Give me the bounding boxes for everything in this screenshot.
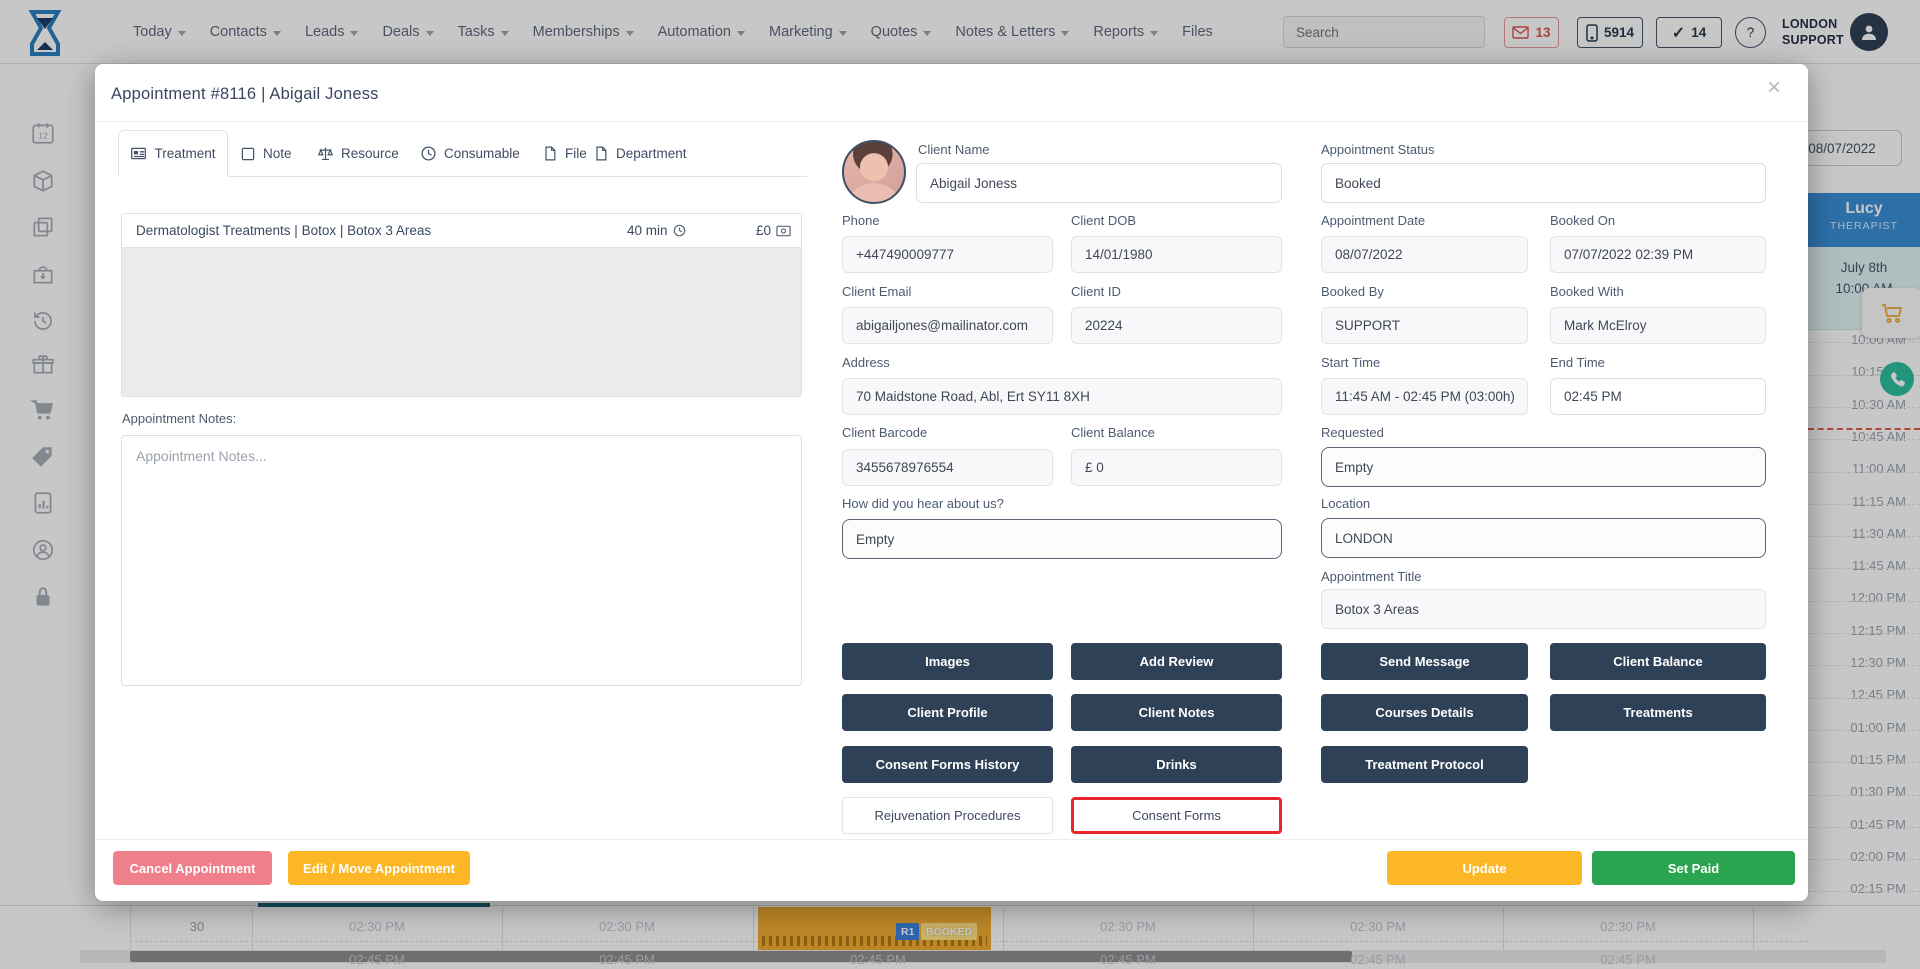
price-icon — [776, 225, 791, 237]
label-appointment-status: Appointment Status — [1321, 142, 1434, 157]
client-email-field[interactable]: abigailjones@mailinator.com — [842, 307, 1053, 344]
booked-on-field[interactable]: 07/07/2022 02:39 PM — [1550, 236, 1766, 273]
appointment-status-field[interactable] — [1321, 163, 1766, 203]
label-hear-about: How did you hear about us? — [842, 496, 1004, 511]
treatment-icon — [130, 145, 147, 162]
cancel-appointment-button[interactable]: Cancel Appointment — [113, 851, 272, 885]
tab-resource[interactable]: Resource — [317, 130, 399, 177]
address-field[interactable]: 70 Maidstone Road, Abl, Ert SY11 8XH — [842, 378, 1282, 415]
client-barcode-field[interactable]: 3455678976554 — [842, 449, 1053, 486]
tab-department[interactable]: Department — [593, 130, 687, 177]
client-dob-field[interactable]: 14/01/1980 — [1071, 236, 1282, 273]
appointment-title-field[interactable]: Botox 3 Areas — [1321, 589, 1766, 629]
label-requested: Requested — [1321, 425, 1384, 440]
edit-move-appointment-button[interactable]: Edit / Move Appointment — [288, 851, 470, 885]
start-time-field[interactable]: 11:45 AM - 02:45 PM (03:00h) — [1321, 378, 1528, 415]
phone-field[interactable]: +447490009777 — [842, 236, 1053, 273]
file-icon — [542, 145, 558, 162]
location-select[interactable]: LONDON — [1321, 518, 1766, 558]
label-client-email: Client Email — [842, 284, 911, 299]
tab-label: Resource — [341, 146, 399, 161]
label-appointment-date: Appointment Date — [1321, 213, 1425, 228]
consent-forms-button[interactable]: Consent Forms — [1071, 797, 1282, 834]
tabs-divider — [227, 176, 807, 177]
client-photo[interactable] — [842, 140, 906, 204]
label-booked-by: Booked By — [1321, 284, 1384, 299]
appointment-notes-textarea[interactable] — [121, 435, 802, 686]
treatment-protocol-button[interactable]: Treatment Protocol — [1321, 746, 1528, 783]
label-phone: Phone — [842, 213, 880, 228]
tab-file[interactable]: File — [542, 130, 587, 177]
tab-consumable[interactable]: Consumable — [420, 130, 520, 177]
treatment-name: Dermatologist Treatments | Botox | Botox… — [136, 223, 431, 238]
client-id-field[interactable]: 20224 — [1071, 307, 1282, 344]
label-end-time: End Time — [1550, 355, 1605, 370]
scales-icon — [317, 145, 334, 162]
clock-icon — [420, 145, 437, 162]
appointment-modal: Appointment #8116 | Abigail Joness × Tre… — [95, 64, 1808, 901]
footer-divider — [95, 839, 1808, 840]
requested-select[interactable]: Empty — [1321, 447, 1766, 487]
client-name-field[interactable] — [916, 163, 1282, 203]
label-client-name: Client Name — [918, 142, 990, 157]
appointment-date-field[interactable]: 08/07/2022 — [1321, 236, 1528, 273]
tab-label: Department — [616, 146, 687, 161]
booked-by-field[interactable]: SUPPORT — [1321, 307, 1528, 344]
note-icon — [240, 146, 256, 162]
label-booked-with: Booked With — [1550, 284, 1624, 299]
consent-forms-history-button[interactable]: Consent Forms History — [842, 746, 1053, 783]
label-client-balance: Client Balance — [1071, 425, 1155, 440]
label-start-time: Start Time — [1321, 355, 1380, 370]
tab-label: Note — [263, 146, 292, 161]
treatment-duration: 40 min — [627, 223, 686, 238]
images-button[interactable]: Images — [842, 643, 1053, 680]
treatment-row[interactable]: Dermatologist Treatments | Botox | Botox… — [122, 214, 801, 248]
label-location: Location — [1321, 496, 1370, 511]
modal-title: Appointment #8116 | Abigail Joness — [111, 85, 379, 104]
booked-with-field[interactable]: Mark McElroy — [1550, 307, 1766, 344]
drinks-button[interactable]: Drinks — [1071, 746, 1282, 783]
update-button[interactable]: Update — [1387, 851, 1582, 885]
tab-treatment[interactable]: Treatment — [118, 130, 228, 177]
label-address: Address — [842, 355, 890, 370]
client-notes-button[interactable]: Client Notes — [1071, 694, 1282, 731]
treatments-button[interactable]: Treatments — [1550, 694, 1766, 731]
client-balance-field[interactable]: £ 0 — [1071, 449, 1282, 486]
add-review-button[interactable]: Add Review — [1071, 643, 1282, 680]
label-booked-on: Booked On — [1550, 213, 1615, 228]
label-client-id: Client ID — [1071, 284, 1121, 299]
client-balance-button[interactable]: Client Balance — [1550, 643, 1766, 680]
treatment-list-panel: Dermatologist Treatments | Botox | Botox… — [121, 213, 802, 397]
send-message-button[interactable]: Send Message — [1321, 643, 1528, 680]
duration-clock-icon — [673, 224, 686, 237]
courses-details-button[interactable]: Courses Details — [1321, 694, 1528, 731]
tab-label: File — [565, 146, 587, 161]
tab-label: Treatment — [154, 146, 215, 161]
tab-label: Consumable — [444, 146, 520, 161]
label-appointment-title: Appointment Title — [1321, 569, 1421, 584]
rejuvenation-procedures-button[interactable]: Rejuvenation Procedures — [842, 797, 1053, 834]
label-appointment-notes: Appointment Notes: — [122, 411, 236, 426]
treatment-price: £0 — [756, 223, 791, 238]
hear-about-select[interactable]: Empty — [842, 519, 1282, 559]
tab-note[interactable]: Note — [240, 130, 292, 177]
label-client-dob: Client DOB — [1071, 213, 1136, 228]
set-paid-button[interactable]: Set Paid — [1592, 851, 1795, 885]
header-divider — [95, 121, 1808, 122]
app: Today Contacts Leads Deals Tasks Members… — [0, 0, 1920, 969]
client-profile-button[interactable]: Client Profile — [842, 694, 1053, 731]
label-client-barcode: Client Barcode — [842, 425, 927, 440]
document-icon — [593, 145, 609, 162]
close-icon[interactable]: × — [1767, 76, 1781, 100]
end-time-field[interactable] — [1550, 378, 1766, 415]
